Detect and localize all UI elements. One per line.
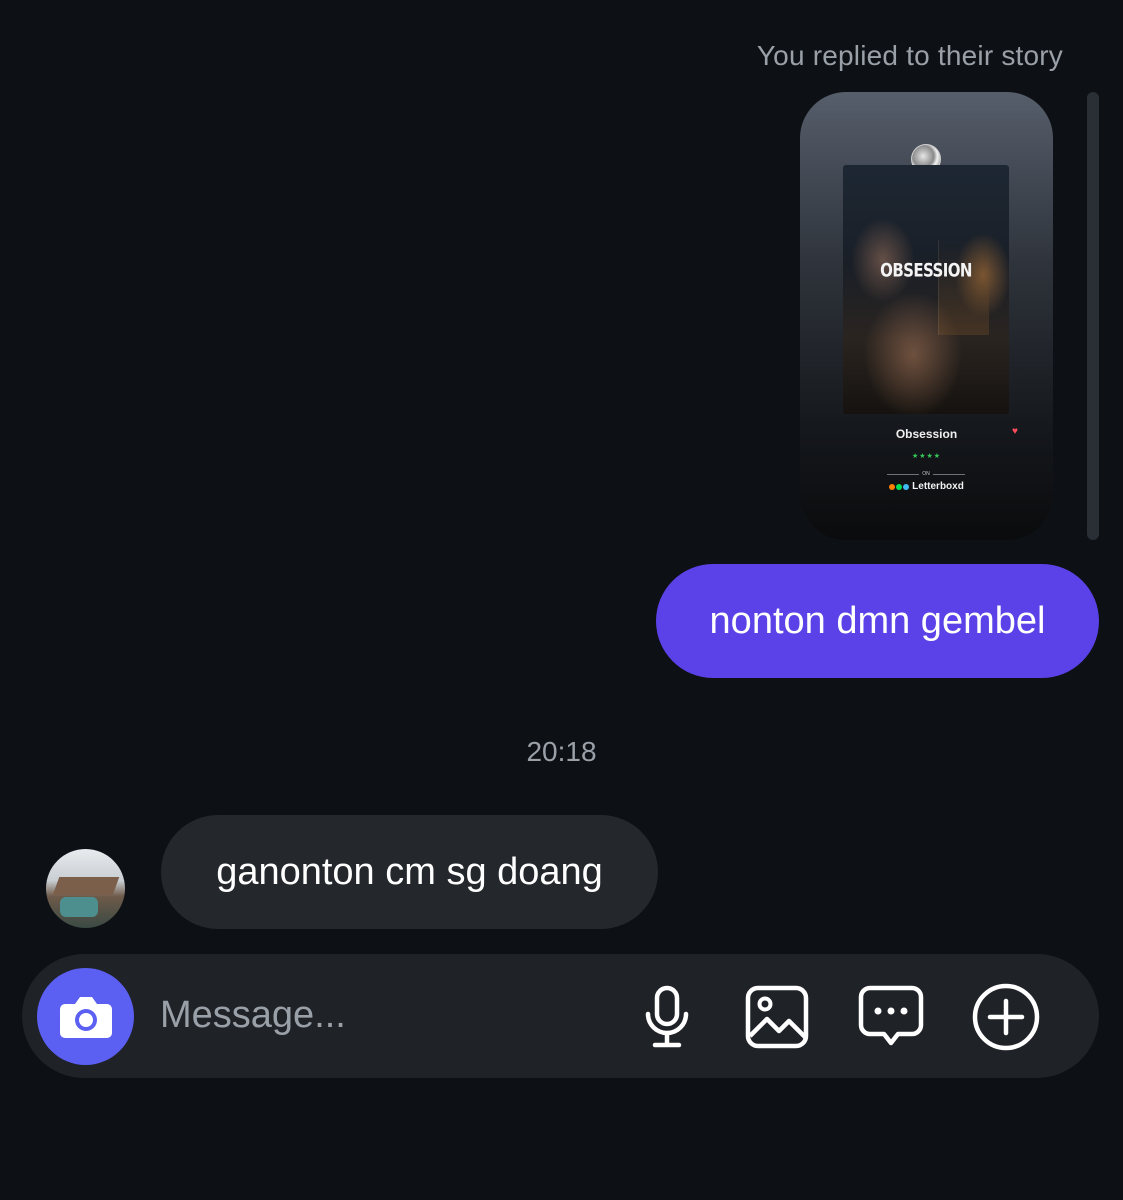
story-reply-card[interactable]: OBSESSION Obsession ♥ ★★★★ ON Letterboxd (800, 92, 1053, 540)
received-message-text: ganonton cm sg doang (216, 850, 603, 893)
chat-button[interactable] (856, 982, 926, 1052)
star-rating: ★★★★ (911, 453, 942, 460)
plus-circle-icon (972, 983, 1040, 1051)
poster-window (938, 240, 989, 335)
sent-message-text: nonton dmn gembel (709, 599, 1046, 642)
movie-poster: OBSESSION (843, 165, 1009, 414)
brand-dot-blue (903, 483, 910, 490)
image-icon (745, 985, 809, 1049)
microphone-button[interactable] (632, 982, 702, 1052)
microphone-icon (645, 985, 689, 1048)
more-options-button[interactable] (971, 982, 1041, 1052)
heart-icon: ♥ (1012, 426, 1018, 437)
brand-row: Letterboxd (800, 481, 1053, 492)
poster-title: OBSESSION (880, 258, 972, 282)
received-message-bubble[interactable]: ganonton cm sg doang (161, 815, 658, 929)
camera-button[interactable] (37, 968, 134, 1065)
on-divider: ON (887, 470, 965, 478)
gallery-button[interactable] (742, 982, 812, 1052)
brand-dot-green (896, 483, 903, 490)
brand-name: Letterboxd (912, 481, 964, 492)
letterboxd-logo-icon (889, 483, 910, 490)
message-timestamp: 20:18 (526, 736, 597, 767)
camera-icon (59, 996, 112, 1038)
contact-avatar[interactable] (46, 849, 125, 928)
sent-message-bubble[interactable]: nonton dmn gembel (656, 564, 1099, 678)
on-label: ON (922, 471, 930, 477)
message-input[interactable] (160, 984, 600, 1046)
reply-caption: You replied to their story (756, 40, 1063, 71)
chat-bubble-icon (858, 985, 924, 1046)
scrollbar[interactable] (1087, 92, 1099, 540)
brand-dot-orange (889, 483, 896, 490)
